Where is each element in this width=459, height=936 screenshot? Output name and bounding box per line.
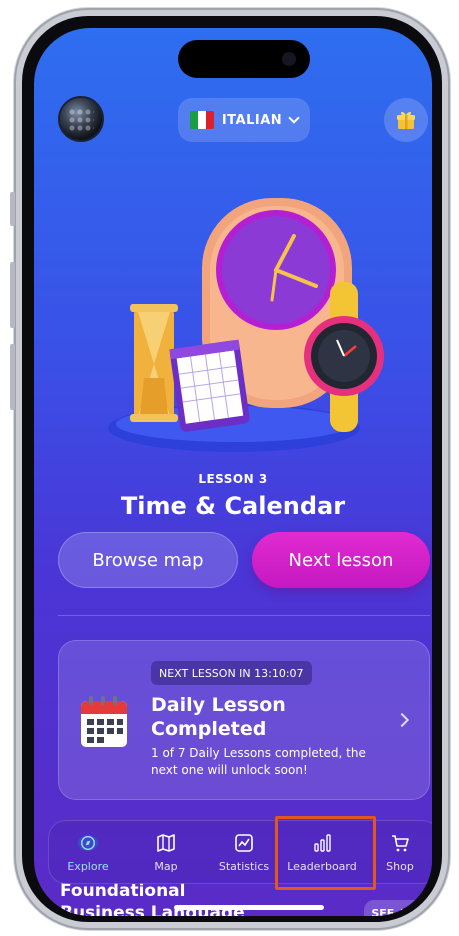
avatar[interactable] bbox=[58, 96, 104, 142]
section-title: Foundational Business Language bbox=[60, 880, 245, 916]
tab-shop-label: Shop bbox=[386, 859, 414, 873]
italy-flag-icon bbox=[189, 111, 214, 129]
tab-map-label: Map bbox=[154, 859, 178, 873]
volume-down-button bbox=[10, 344, 15, 410]
next-lesson-button[interactable]: Next lesson bbox=[252, 532, 430, 588]
next-lesson-timer: NEXT LESSON IN 13:10:07 bbox=[151, 661, 312, 685]
map-icon bbox=[155, 832, 177, 854]
cart-icon bbox=[389, 832, 411, 854]
tab-map[interactable]: Map bbox=[127, 821, 205, 883]
browse-map-button[interactable]: Browse map bbox=[58, 532, 238, 588]
app-screen: ITALIAN LESSON 3 Time & Calendar Browse … bbox=[34, 28, 432, 916]
tab-explore-label: Explore bbox=[67, 859, 109, 873]
dynamic-island bbox=[178, 40, 310, 78]
home-indicator[interactable] bbox=[174, 905, 324, 910]
hero-illustration bbox=[108, 198, 384, 452]
divider bbox=[58, 615, 430, 616]
calendar-icon bbox=[81, 696, 127, 747]
tab-statistics-label: Statistics bbox=[218, 859, 270, 873]
statistics-icon bbox=[233, 832, 255, 854]
volume-up-button bbox=[10, 262, 15, 328]
tab-explore[interactable]: Explore bbox=[49, 821, 127, 883]
compass-icon bbox=[77, 832, 99, 854]
see-all-button[interactable]: SEE ALL bbox=[364, 900, 428, 916]
daily-lesson-card[interactable]: NEXT LESSON IN 13:10:07 Daily Lesson Com… bbox=[58, 640, 430, 800]
daily-lesson-description: 1 of 7 Daily Lessons completed, the next… bbox=[151, 746, 366, 777]
gift-icon bbox=[397, 111, 415, 129]
gift-button[interactable] bbox=[384, 98, 428, 142]
daily-lesson-title: Daily Lesson Completed bbox=[151, 694, 286, 740]
language-selector[interactable]: ITALIAN bbox=[178, 98, 310, 142]
chevron-down-icon bbox=[288, 112, 300, 124]
language-label: ITALIAN bbox=[221, 112, 283, 128]
lesson-title: Time & Calendar bbox=[120, 492, 346, 520]
leaderboard-highlight-box bbox=[275, 816, 376, 890]
action-button bbox=[10, 192, 15, 226]
chevron-right-icon bbox=[394, 712, 410, 728]
lesson-number: LESSON 3 bbox=[198, 472, 268, 486]
camera-dot bbox=[282, 52, 296, 66]
tab-statistics[interactable]: Statistics bbox=[205, 821, 283, 883]
